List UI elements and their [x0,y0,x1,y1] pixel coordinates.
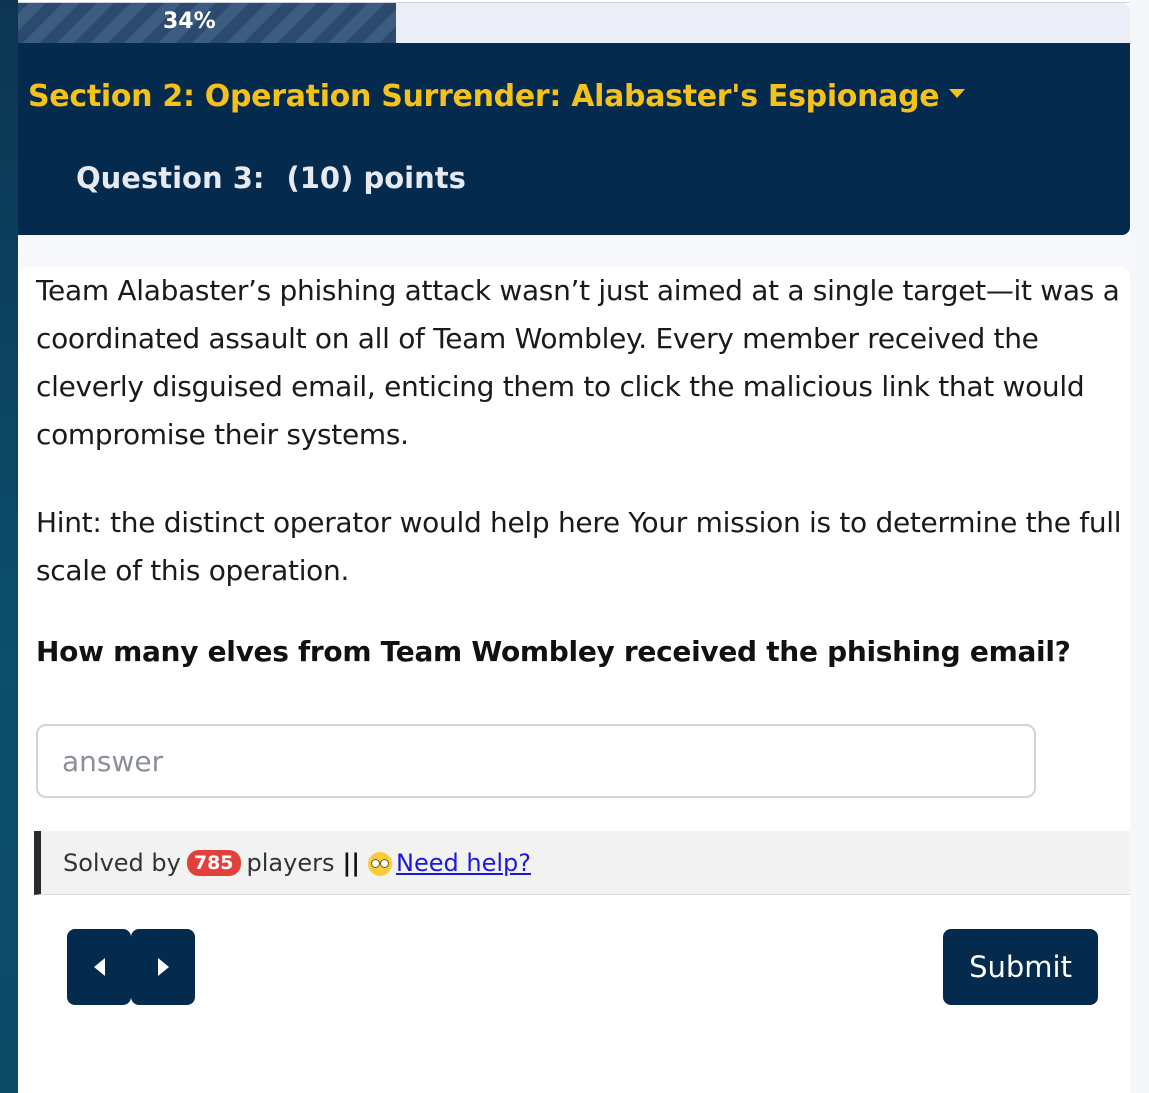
section-title: Section 2: Operation Surrender: Alabaste… [28,79,940,114]
previous-button[interactable] [67,929,131,1005]
solved-bar: Solved by 785 players || Need help? [34,831,1130,895]
caret-down-icon [949,89,966,98]
submit-button[interactable]: Submit [943,929,1098,1005]
caret-left-icon [93,958,105,976]
right-gutter [1130,0,1149,1093]
next-button[interactable] [131,929,195,1005]
points-label: (10) points [286,161,466,195]
hint-paragraph: Hint: the distinct operator would help h… [36,506,1122,587]
progress-bar: 34% [18,3,1130,43]
section-header: Section 2: Operation Surrender: Alabaste… [18,43,1130,235]
progress-fill: 34% [18,3,397,43]
question-label: Question 3: [76,161,265,195]
need-help-link[interactable]: Need help? [368,849,531,877]
need-help-label: Need help? [396,848,531,877]
question-text: How many elves from Team Wombley receive… [36,635,1071,668]
progress-label: 34% [163,9,216,34]
question-card: Team Alabaster’s phishing attack wasn’t … [18,267,1130,1093]
solved-prefix: Solved by [63,848,181,877]
separator: || [342,848,361,877]
answer-input[interactable] [36,724,1036,798]
question-heading: Question 3: (10) points [76,161,466,195]
left-accent-bar [0,0,18,1093]
solved-count-badge: 785 [186,849,241,876]
confused-face-icon [368,851,393,876]
solved-suffix: players [246,848,335,877]
caret-right-icon [157,958,169,976]
section-dropdown[interactable]: Section 2: Operation Surrender: Alabaste… [28,79,966,114]
description-paragraph: Team Alabaster’s phishing attack wasn’t … [36,274,1120,451]
